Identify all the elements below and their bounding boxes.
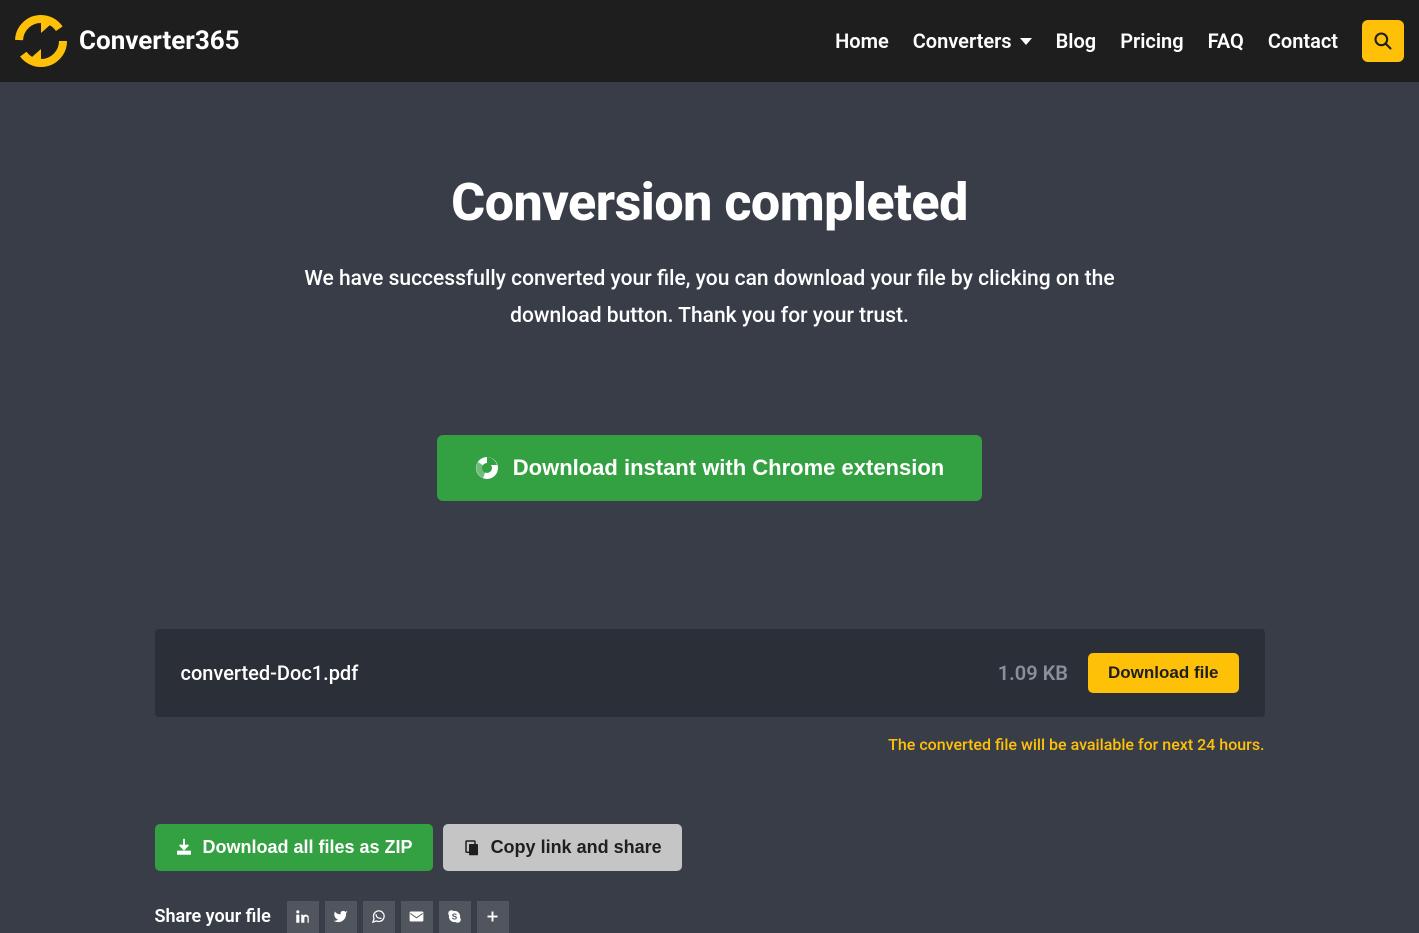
nav-pricing[interactable]: Pricing bbox=[1120, 29, 1183, 53]
nav-contact[interactable]: Contact bbox=[1268, 29, 1338, 53]
share-twitter-button[interactable] bbox=[325, 901, 357, 933]
action-row: Download all files as ZIP Copy link and … bbox=[155, 824, 1265, 871]
page-subtitle: We have successfully converted your file… bbox=[260, 261, 1160, 335]
share-buttons: S bbox=[287, 901, 509, 933]
search-icon bbox=[1373, 31, 1393, 51]
share-skype-button[interactable]: S bbox=[439, 901, 471, 933]
file-card: converted-Doc1.pdf 1.09 KB Download file bbox=[155, 629, 1265, 717]
logo-icon bbox=[15, 15, 67, 67]
plus-icon bbox=[485, 909, 500, 924]
search-button[interactable] bbox=[1362, 20, 1404, 62]
share-row: Share your file bbox=[155, 901, 1265, 933]
share-email-button[interactable] bbox=[401, 901, 433, 933]
svg-text:S: S bbox=[452, 913, 458, 922]
nav-converters-label: Converters bbox=[913, 29, 1012, 53]
email-icon bbox=[409, 909, 424, 924]
logo-text: Converter365 bbox=[79, 26, 240, 56]
download-all-button[interactable]: Download all files as ZIP bbox=[155, 824, 433, 871]
linkedin-icon bbox=[295, 909, 310, 924]
page-title: Conversion completed bbox=[155, 172, 1265, 233]
file-name: converted-Doc1.pdf bbox=[181, 661, 359, 685]
share-whatsapp-button[interactable] bbox=[363, 901, 395, 933]
nav-converters[interactable]: Converters bbox=[913, 29, 1032, 53]
share-label: Share your file bbox=[155, 906, 271, 927]
copy-link-label: Copy link and share bbox=[491, 837, 662, 858]
download-all-label: Download all files as ZIP bbox=[203, 837, 413, 858]
download-icon bbox=[175, 838, 193, 856]
header: Converter365 Home Converters Blog Pricin… bbox=[0, 0, 1419, 82]
share-linkedin-button[interactable] bbox=[287, 901, 319, 933]
share-more-button[interactable] bbox=[477, 901, 509, 933]
skype-icon: S bbox=[447, 909, 462, 924]
main-content: Conversion completed We have successfull… bbox=[135, 172, 1285, 933]
download-file-button[interactable]: Download file bbox=[1088, 653, 1239, 693]
whatsapp-icon bbox=[371, 909, 386, 924]
chevron-down-icon bbox=[1020, 38, 1032, 45]
file-actions: 1.09 KB Download file bbox=[998, 653, 1239, 693]
chrome-button-label: Download instant with Chrome extension bbox=[513, 455, 944, 481]
nav-faq[interactable]: FAQ bbox=[1208, 29, 1244, 53]
file-size: 1.09 KB bbox=[998, 661, 1068, 685]
nav-home[interactable]: Home bbox=[835, 29, 889, 53]
logo[interactable]: Converter365 bbox=[15, 15, 240, 67]
copy-link-button[interactable]: Copy link and share bbox=[443, 824, 682, 871]
copy-icon bbox=[463, 838, 481, 856]
nav-blog[interactable]: Blog bbox=[1056, 29, 1097, 53]
availability-notice: The converted file will be available for… bbox=[155, 735, 1265, 754]
main-nav: Home Converters Blog Pricing FAQ Contact bbox=[835, 20, 1404, 62]
chrome-extension-button[interactable]: Download instant with Chrome extension bbox=[437, 435, 982, 501]
twitter-icon bbox=[333, 909, 348, 924]
chrome-icon bbox=[475, 456, 499, 480]
